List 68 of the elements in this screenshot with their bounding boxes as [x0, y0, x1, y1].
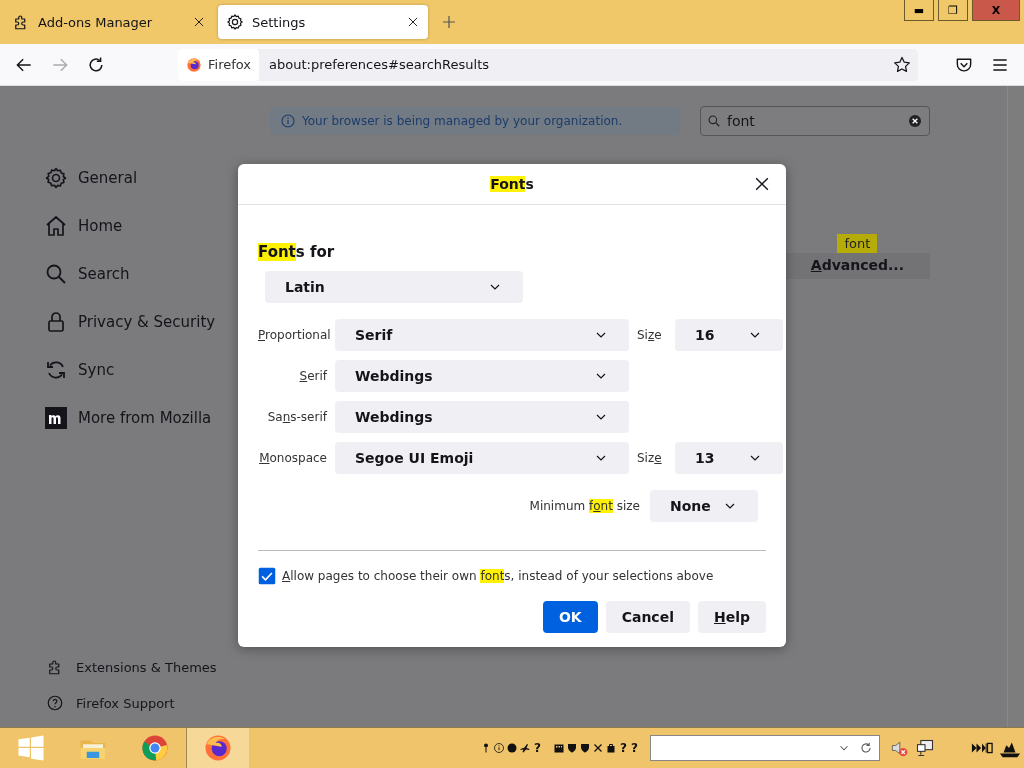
tray-glyph-icon — [505, 742, 518, 754]
tray-glyph-icon — [518, 742, 531, 754]
search-field[interactable]: font — [700, 106, 930, 136]
advanced-button[interactable]: Advanced... — [784, 253, 930, 279]
field-label: Size — [637, 328, 663, 342]
sidebar-item[interactable]: Privacy & Security — [44, 310, 230, 334]
dropdown[interactable]: None — [650, 490, 758, 522]
close-icon[interactable] — [406, 15, 420, 29]
identity-box[interactable]: Firefox — [178, 48, 260, 81]
dialog-title: Fonts — [490, 176, 534, 192]
gear-icon — [44, 166, 68, 190]
search-tooltip: font — [837, 234, 878, 253]
restore-button[interactable]: ❐ — [938, 0, 968, 21]
clear-icon[interactable] — [907, 113, 923, 129]
close-button[interactable]: X — [972, 0, 1020, 21]
tray-glyph-icon — [565, 742, 578, 754]
sidebar-link[interactable]: Extensions & Themes — [46, 657, 230, 677]
field-label: Size — [637, 451, 663, 465]
dropdown[interactable]: Webdings — [335, 360, 629, 392]
tray-glyph-icon — [492, 742, 505, 754]
m-logo-icon — [44, 406, 68, 430]
firefox-icon — [203, 733, 233, 763]
tray-glyph-icon — [578, 742, 591, 754]
dropdown[interactable]: 13 — [675, 442, 783, 474]
dropdown[interactable]: Latin — [265, 271, 523, 303]
firefox-icon — [186, 56, 202, 73]
browser-tab[interactable]: Add-ons Manager — [4, 5, 214, 39]
address-bar[interactable]: Firefox about:preferences#searchResults — [178, 48, 918, 81]
taskbar-app[interactable] — [186, 728, 249, 768]
field-label: Serif — [298, 369, 327, 383]
tray-glyph-icon — [552, 742, 565, 754]
sidebar-item[interactable]: Search — [44, 262, 230, 286]
sidebar-item[interactable]: More from Mozilla — [44, 406, 230, 430]
star-icon[interactable] — [892, 54, 912, 75]
close-icon[interactable] — [192, 15, 206, 29]
managed-banner: Your browser is being managed by your organization. — [270, 107, 680, 135]
search-icon — [707, 114, 721, 128]
dropdown[interactable]: Webdings — [335, 401, 629, 433]
dropdown[interactable]: 16 — [675, 319, 783, 351]
sidebar-item[interactable]: Sync — [44, 358, 230, 382]
sidebar-item[interactable]: Home — [44, 214, 230, 238]
search-icon — [44, 262, 68, 286]
dialog-button[interactable]: Cancel — [605, 601, 690, 633]
field-label: Monospace — [258, 451, 327, 465]
checkbox[interactable] — [258, 567, 276, 585]
reload-icon — [859, 741, 873, 755]
field-label: Sans-serif — [266, 410, 327, 424]
ok-button[interactable]: OK — [542, 601, 598, 633]
minimize-button[interactable]: ▬ — [904, 0, 934, 21]
home-icon — [44, 214, 68, 238]
tray-glyph-text: ? — [533, 741, 541, 755]
browser-tab[interactable]: Settings — [218, 5, 428, 39]
field-label: Minimum font size — [529, 499, 640, 513]
dialog-button[interactable]: Help — [697, 601, 766, 633]
tray-glyph-text: ? ? — [619, 741, 638, 755]
windows-logo-icon — [16, 733, 46, 763]
sidebar-item[interactable]: General — [44, 166, 230, 190]
info-icon — [280, 113, 296, 129]
chrome-icon — [140, 733, 170, 763]
gear-icon — [226, 13, 244, 31]
dropdown[interactable]: Segoe UI Emoji — [335, 442, 629, 474]
network-icon[interactable] — [915, 738, 935, 758]
sidebar-link[interactable]: Firefox Support — [46, 693, 230, 713]
taskbar-address-field[interactable] — [650, 735, 880, 761]
help-icon — [46, 694, 64, 712]
url-text: about:preferences#searchResults — [269, 57, 490, 72]
dropdown[interactable]: Serif — [335, 319, 629, 351]
tray-glyph-icon — [591, 742, 604, 754]
